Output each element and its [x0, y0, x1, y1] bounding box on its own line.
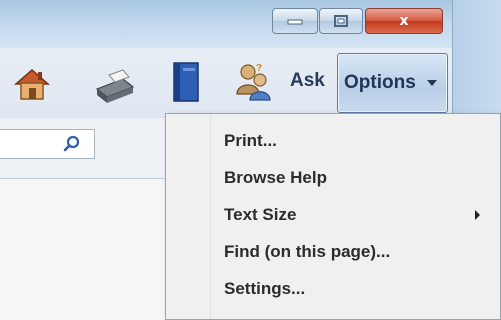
restore-button[interactable] [319, 8, 363, 34]
ask-label[interactable]: Ask [290, 70, 325, 92]
printer-icon[interactable] [92, 64, 136, 108]
svg-text:?: ? [256, 63, 262, 74]
menu-item-print[interactable]: Print... [212, 126, 492, 156]
menu-item-label: Settings... [224, 279, 306, 298]
menu-item-browse-help[interactable]: Browse Help [212, 163, 492, 193]
close-button[interactable]: x [365, 8, 443, 34]
search-icon[interactable] [62, 134, 82, 154]
options-button[interactable]: Options [337, 53, 448, 113]
help-content-area [0, 179, 165, 320]
menu-item-find-on-page[interactable]: Find (on this page)... [212, 237, 492, 267]
chevron-right-icon [475, 210, 480, 220]
menu-item-label: Find (on this page)... [224, 242, 391, 261]
menu-icon-gutter [166, 114, 211, 319]
menu-item-label: Browse Help [224, 168, 327, 187]
ask-people-icon[interactable]: ? [232, 60, 276, 104]
menu-item-settings[interactable]: Settings... [212, 274, 492, 304]
close-icon: x [399, 13, 409, 29]
home-icon[interactable] [10, 62, 54, 106]
restore-icon [334, 15, 348, 27]
minimize-icon [287, 19, 303, 25]
menu-item-label: Print... [224, 131, 277, 150]
minimize-button[interactable] [272, 8, 318, 34]
menu-item-label: Text Size [224, 205, 297, 224]
options-menu: Print... Browse Help Text Size Find (on … [165, 113, 501, 320]
menu-item-text-size[interactable]: Text Size [212, 200, 492, 230]
chevron-down-icon [427, 80, 437, 86]
book-icon[interactable] [164, 60, 208, 104]
options-label: Options [344, 72, 416, 93]
search-bar [0, 118, 175, 179]
